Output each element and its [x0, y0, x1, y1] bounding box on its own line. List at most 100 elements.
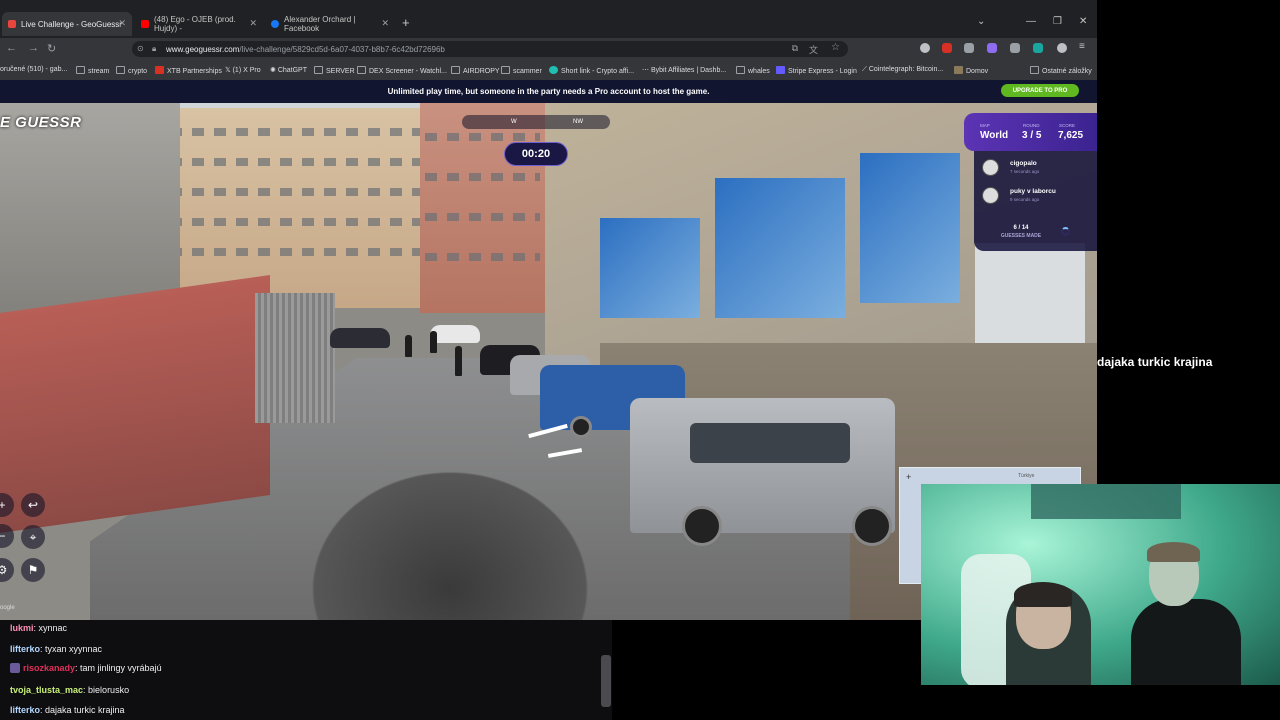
- pro-banner: Unlimited play time, but someone in the …: [0, 80, 1097, 103]
- new-tab-button[interactable]: +: [402, 15, 410, 30]
- folder-icon: [736, 66, 745, 74]
- chat-username[interactable]: lifterko: [10, 644, 40, 654]
- minimap-zoom-icon[interactable]: +: [906, 472, 911, 482]
- round-value: 3 / 5: [1022, 130, 1042, 141]
- bookmark-item[interactable]: scammer: [501, 66, 542, 75]
- extension-purple-icon[interactable]: [987, 43, 997, 53]
- close-tab-icon[interactable]: ✕: [249, 18, 257, 29]
- bookmark-item[interactable]: ✺ ChatGPT: [270, 66, 307, 74]
- webcam-feed: [921, 484, 1280, 685]
- window-row: [425, 133, 540, 141]
- return-to-start-icon[interactable]: ↩: [21, 493, 45, 517]
- bookmark-item[interactable]: Domov: [954, 66, 988, 75]
- minimap-country-label: Türkiye: [1018, 473, 1035, 479]
- bookmark-item[interactable]: ⟋ Cointelegraph: Bitcoin...: [862, 66, 943, 74]
- car-window: [690, 423, 850, 463]
- lock-icon: 🔒︎: [152, 44, 157, 53]
- bookmark-item[interactable]: SERVER: [314, 66, 355, 75]
- car: [330, 328, 390, 348]
- bookmark-item[interactable]: 𝕏 (1) X Pro: [225, 66, 261, 74]
- advert-panel: [975, 243, 1085, 353]
- flag-icon[interactable]: ⚑: [21, 558, 45, 582]
- player-name: cigopalo: [1010, 160, 1037, 167]
- tab-facebook[interactable]: Alexander Orchard | Facebook ✕: [265, 12, 395, 36]
- folder-icon: [501, 66, 510, 74]
- bookmark-item[interactable]: DEX Screener - Watchl...: [357, 66, 447, 75]
- checkpoint-pin-icon[interactable]: ⌖: [21, 525, 45, 549]
- window-row: [170, 218, 420, 226]
- avatar[interactable]: [1057, 43, 1067, 53]
- chatgpt-icon: ✺: [270, 67, 278, 74]
- stripe-icon: [776, 66, 785, 74]
- extension-teal-icon[interactable]: [1033, 43, 1043, 53]
- chat-username[interactable]: lukmi: [10, 623, 34, 633]
- bookmark-item[interactable]: ⋯ Bybit Affiliates | Dashb...: [642, 66, 726, 74]
- screen: Live Challenge - GeoGuessr ✕ (48) Ego - …: [0, 0, 1280, 720]
- xtb-icon: [155, 66, 164, 74]
- camera-car-roof: [290, 453, 610, 620]
- tab-title: (48) Ego - OJEB (prod. Hujdy) -: [154, 15, 236, 33]
- garage-shutter: [255, 293, 335, 423]
- bookmarks-bar: oručené (510) - gab... stream crypto XTB…: [0, 60, 1097, 80]
- extension-shield-icon[interactable]: [964, 43, 974, 53]
- bookmark-star-icon[interactable]: ☆: [831, 42, 840, 53]
- chat-message: lifterko: dajaka turkic krajina: [10, 705, 125, 715]
- guest-hair: [1147, 542, 1200, 562]
- tab-youtube[interactable]: (48) Ego - OJEB (prod. Hujdy) - ✕: [135, 12, 263, 36]
- minimize-icon[interactable]: —: [1026, 16, 1036, 27]
- chat-text: : tam jinlingy vyrábajú: [75, 663, 162, 673]
- avatar: [982, 187, 999, 204]
- map-value: World: [980, 130, 1009, 141]
- address-bar[interactable]: ⊙ 🔒︎ www.geoguessr.com/live-challenge/58…: [132, 41, 848, 57]
- upgrade-to-pro-button[interactable]: UPGRADE TO PRO: [1001, 84, 1079, 97]
- tab-geoguessr[interactable]: Live Challenge - GeoGuessr ✕: [2, 12, 132, 36]
- bookmark-item[interactable]: AIRDROPY: [451, 66, 500, 75]
- chat-message: tvoja_tlusta_mac: bielorusko: [10, 685, 129, 695]
- game-status-hud: MAP World ROUND 3 / 5 SCORE 7,625: [964, 113, 1097, 151]
- translate-icon[interactable]: 文: [809, 43, 818, 56]
- shop-window: [600, 218, 700, 318]
- short-link-icon: [549, 66, 558, 74]
- bookmark-item[interactable]: stream: [76, 66, 109, 75]
- reload-icon[interactable]: ↻: [47, 42, 56, 55]
- bookmark-item[interactable]: crypto: [116, 66, 147, 75]
- tab-strip: Live Challenge - GeoGuessr ✕ (48) Ego - …: [0, 12, 1097, 36]
- bookmark-item[interactable]: oručené (510) - gab...: [0, 66, 67, 73]
- menu-icon[interactable]: ≡: [1079, 41, 1089, 52]
- extensions-puzzle-icon[interactable]: [1010, 43, 1020, 53]
- chat-scrollbar[interactable]: [601, 655, 611, 707]
- banner-text: Unlimited play time, but someone in the …: [387, 87, 710, 96]
- forward-icon[interactable]: →: [28, 42, 39, 54]
- chat-username[interactable]: lifterko: [10, 705, 40, 715]
- cast-icon[interactable]: ⧉: [792, 43, 798, 54]
- back-icon[interactable]: ←: [6, 42, 17, 54]
- wheel: [852, 506, 892, 546]
- geoguessr-logo[interactable]: E GUESSR: [0, 114, 82, 131]
- close-tab-icon[interactable]: ✕: [118, 18, 126, 29]
- chat-message: lifterko: tyxan xyynnac: [10, 644, 102, 654]
- chat-text: : xynnac: [33, 623, 68, 633]
- bookmark-item[interactable]: Short link - Crypto affi...: [549, 66, 634, 75]
- bybit-icon: ⋯: [642, 67, 651, 74]
- tab-search-chevron-icon[interactable]: ⌄: [977, 16, 985, 27]
- bookmark-item[interactable]: XTB Partnerships: [155, 66, 222, 75]
- geoguessr-favicon-icon: [8, 20, 16, 28]
- window-row: [170, 128, 420, 136]
- site-info-icon[interactable]: ⊙: [137, 44, 144, 53]
- maximize-icon[interactable]: ❐: [1053, 16, 1062, 27]
- player-guess-time: 9 seconds ago: [1010, 197, 1040, 202]
- window-row: [425, 173, 540, 181]
- chat-username[interactable]: tvoja_tlusta_mac: [10, 685, 83, 695]
- profile-extension-icon[interactable]: [920, 43, 930, 53]
- bookmark-item[interactable]: Stripe Express - Login: [776, 66, 857, 75]
- bookmark-item[interactable]: whales: [736, 66, 770, 75]
- chat-username[interactable]: risozkanady: [23, 663, 75, 673]
- other-bookmarks[interactable]: Ostatné záložky: [1030, 66, 1092, 75]
- youtube-favicon-icon: [141, 20, 149, 28]
- wall-picture: [1031, 484, 1181, 519]
- close-tab-icon[interactable]: ✕: [381, 18, 389, 29]
- close-window-icon[interactable]: ✕: [1079, 16, 1087, 27]
- extension-red-icon[interactable]: [942, 43, 952, 53]
- car: [430, 325, 480, 343]
- score-label: SCORE: [1059, 123, 1076, 128]
